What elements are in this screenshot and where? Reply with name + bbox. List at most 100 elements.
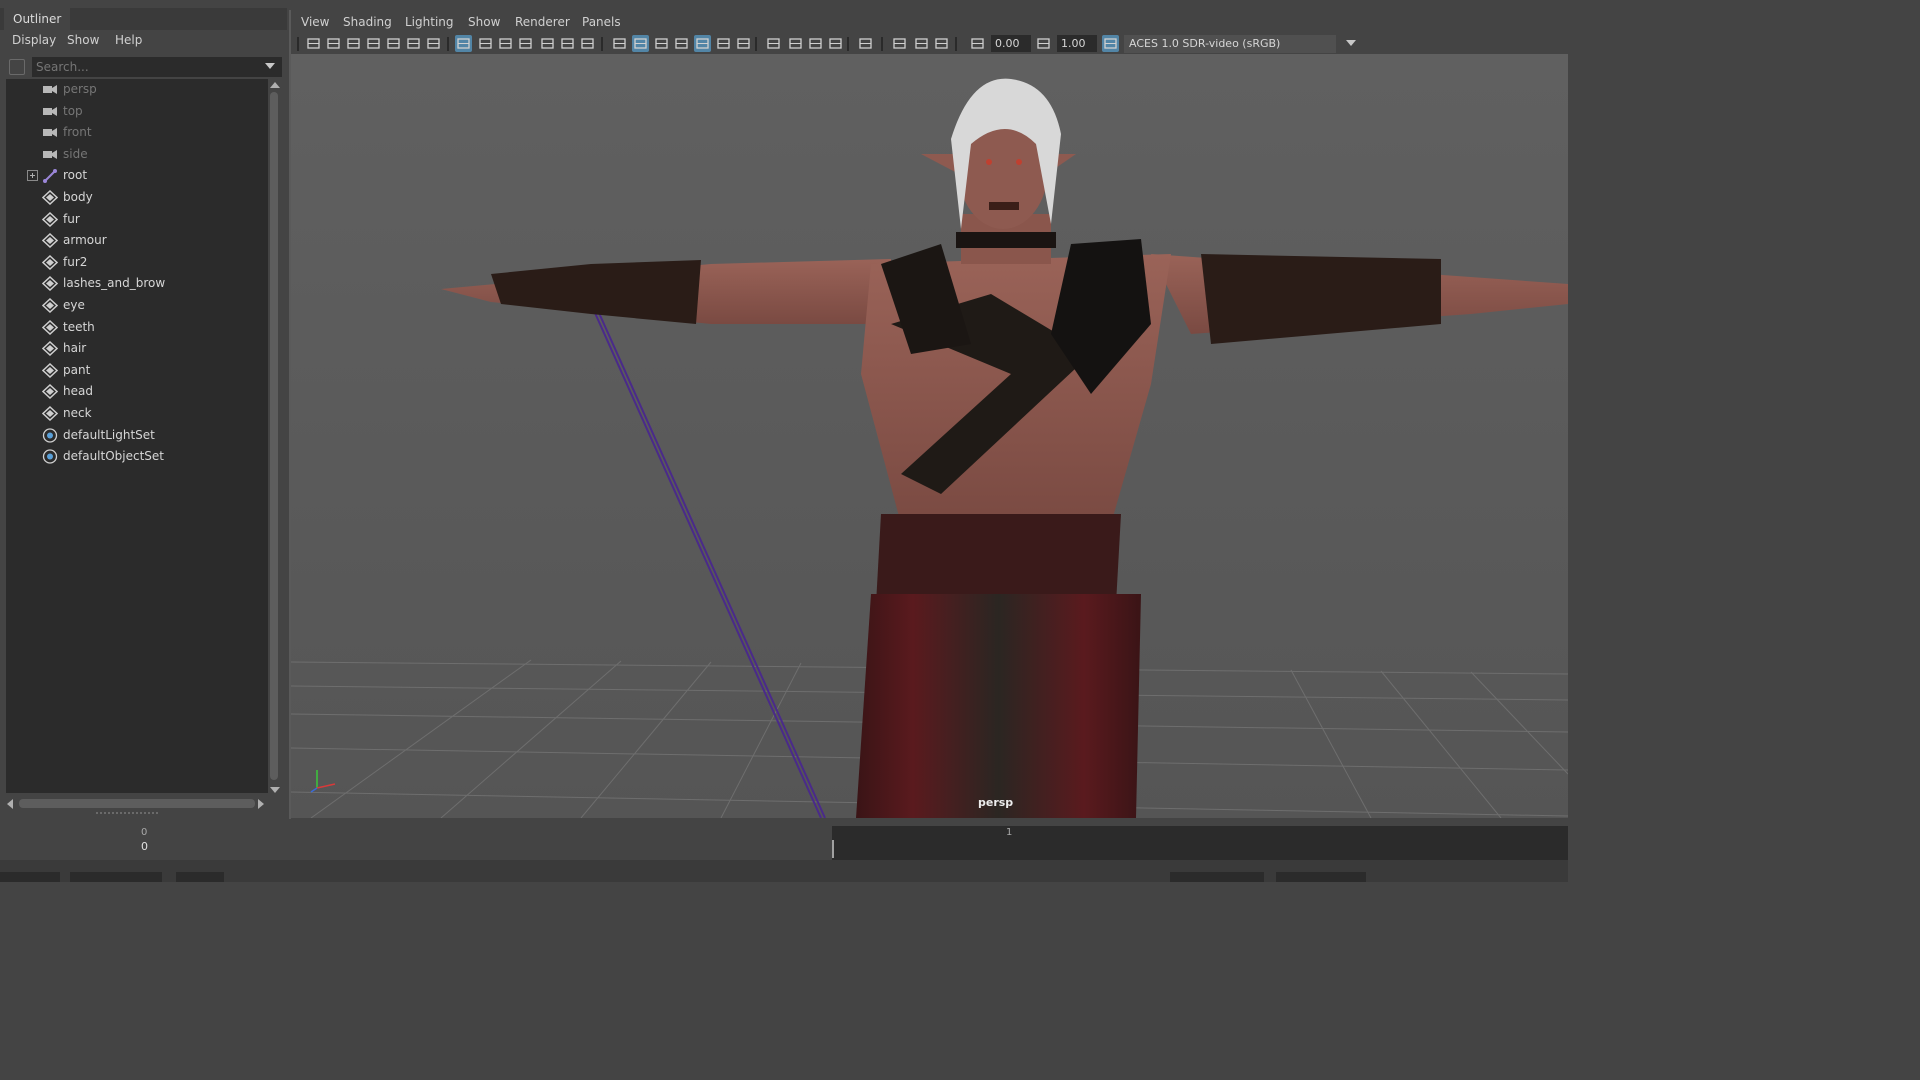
time-slider[interactable]: 0 1 0 (0, 823, 1568, 860)
playback-start-field[interactable] (70, 872, 162, 882)
panel-resize-grip[interactable] (96, 812, 160, 814)
menu-show[interactable]: Show (67, 33, 99, 47)
outliner-item-pant[interactable]: pant (6, 360, 268, 381)
safe-action-icon[interactable] (559, 35, 576, 52)
outliner-item-fur2[interactable]: fur2 (6, 252, 268, 273)
outliner-item-front[interactable]: front (6, 122, 268, 143)
outliner-item-teeth[interactable]: teeth (6, 317, 268, 338)
search-options-dropdown-icon[interactable] (265, 63, 275, 69)
range-slider-handle[interactable] (176, 872, 224, 882)
menu-help[interactable]: Help (115, 33, 142, 47)
camera-attributes-icon[interactable] (325, 35, 342, 52)
grease-pencil-icon[interactable] (405, 35, 422, 52)
safe-title-icon[interactable] (579, 35, 596, 52)
scroll-left-icon[interactable] (7, 799, 13, 809)
color-management-icon[interactable] (1102, 35, 1119, 52)
mesh-icon (41, 254, 59, 270)
anti-aliasing-icon[interactable] (807, 35, 824, 52)
xray-active-icon[interactable] (913, 35, 930, 52)
toolbar-separator (955, 37, 957, 51)
outliner-item-lashes-and-brow[interactable]: lashes_and_brow (6, 273, 268, 294)
horizontal-scrollbar[interactable] (6, 797, 268, 811)
menu-shading[interactable]: Shading (343, 15, 392, 29)
mesh-icon (41, 341, 59, 357)
3d-viewport[interactable]: persp (291, 54, 1568, 818)
xray-icon[interactable] (694, 35, 711, 52)
filter-icon[interactable] (9, 59, 25, 75)
exposure-icon[interactable] (969, 35, 986, 52)
isolate-select-icon[interactable] (857, 35, 874, 52)
horizontal-scroll-thumb[interactable] (19, 799, 255, 808)
gamma-field[interactable]: 1.00 (1057, 35, 1097, 52)
depth-of-field-icon[interactable] (827, 35, 844, 52)
outliner-menubar: Display Show Help (0, 30, 287, 52)
mesh-icon (41, 362, 59, 378)
playback-end-field[interactable] (1170, 872, 1264, 882)
range-slider-bar (0, 860, 1568, 882)
bookmarks-icon[interactable] (345, 35, 362, 52)
film-gate-icon[interactable] (477, 35, 494, 52)
grid-icon[interactable] (455, 35, 472, 52)
ambient-occlusion-icon[interactable] (765, 35, 782, 52)
search-input[interactable] (32, 57, 282, 77)
time-cursor[interactable] (832, 840, 834, 858)
outliner-item-top[interactable]: top (6, 101, 268, 122)
hud-icon[interactable] (933, 35, 950, 52)
default-material-icon[interactable] (653, 35, 670, 52)
shadows-icon[interactable] (735, 35, 752, 52)
menu-renderer[interactable]: Renderer (515, 15, 570, 29)
outliner-item-eye[interactable]: eye (6, 295, 268, 316)
timeline-range[interactable] (832, 826, 1568, 860)
outliner-item-body[interactable]: body (6, 187, 268, 208)
outliner-item-label: side (63, 146, 88, 161)
chevron-down-icon[interactable] (1346, 40, 1356, 46)
end-time-field[interactable] (1276, 872, 1366, 882)
color-space-dropdown[interactable]: ACES 1.0 SDR-video (sRGB) (1124, 35, 1356, 53)
outliner-item-defaultobjectset[interactable]: defaultObjectSet (6, 446, 268, 467)
set-icon (42, 427, 58, 443)
outliner-tab[interactable]: Outliner (4, 8, 71, 30)
wireframe-on-shaded-icon[interactable] (673, 35, 690, 52)
field-chart-icon[interactable] (539, 35, 556, 52)
outliner-item-neck[interactable]: neck (6, 403, 268, 424)
outliner-item-defaultlightset[interactable]: defaultLightSet (6, 425, 268, 446)
vertical-scrollbar[interactable] (269, 79, 281, 793)
scroll-right-icon[interactable] (258, 799, 264, 809)
xray-joints-icon[interactable] (891, 35, 908, 52)
menu-view[interactable]: View (301, 15, 329, 29)
gamma-icon[interactable] (1035, 35, 1052, 52)
wireframe-icon[interactable] (611, 35, 628, 52)
gate-mask-icon[interactable] (517, 35, 534, 52)
joint-icon (42, 168, 58, 184)
menu-lighting[interactable]: Lighting (405, 15, 454, 29)
2d-pan-zoom-icon[interactable] (385, 35, 402, 52)
outliner-item-label: hair (63, 341, 87, 356)
outliner-item-root[interactable]: root (6, 165, 268, 186)
select-camera-icon[interactable] (305, 35, 322, 52)
menu-display[interactable]: Display (12, 33, 56, 47)
outliner-item-persp[interactable]: persp (6, 79, 268, 100)
menu-panels[interactable]: Panels (582, 15, 621, 29)
menu-show[interactable]: Show (468, 15, 500, 29)
use-all-lights-icon[interactable] (715, 35, 732, 52)
start-time-field[interactable] (0, 872, 60, 882)
scroll-up-icon[interactable] (270, 82, 280, 88)
smooth-shade-icon[interactable] (632, 35, 649, 52)
camera-icon (42, 125, 58, 140)
exposure-field[interactable]: 0.00 (991, 35, 1031, 52)
scroll-down-icon[interactable] (270, 787, 280, 793)
outliner-item-head[interactable]: head (6, 381, 268, 402)
camera-icon[interactable] (425, 35, 442, 52)
outliner-panel: Outliner Display Show Help persp top front… (0, 0, 287, 823)
resolution-gate-icon[interactable] (497, 35, 514, 52)
outliner-item-fur[interactable]: fur (6, 209, 268, 230)
outliner-item-label: lashes_and_brow (63, 276, 166, 291)
expand-icon[interactable] (27, 170, 38, 182)
image-plane-icon[interactable] (365, 35, 382, 52)
vertical-scroll-thumb[interactable] (270, 92, 278, 780)
outliner-item-hair[interactable]: hair (6, 338, 268, 359)
outliner-item-side[interactable]: side (6, 144, 268, 165)
outliner-item-armour[interactable]: armour (6, 230, 268, 251)
mesh-icon (41, 297, 59, 314)
motion-blur-icon[interactable] (787, 35, 804, 52)
